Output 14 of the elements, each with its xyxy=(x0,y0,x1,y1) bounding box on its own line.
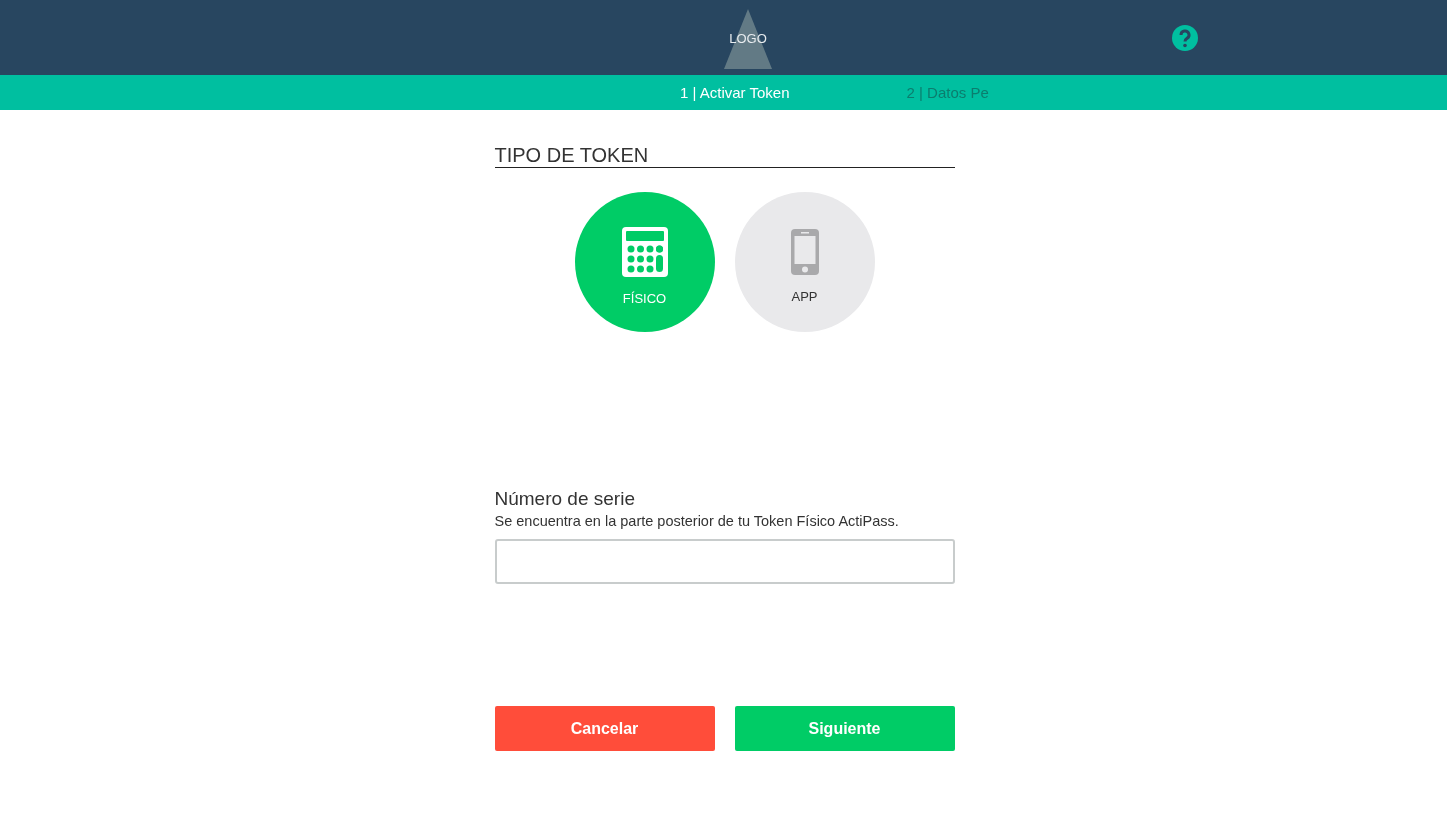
phone-icon xyxy=(790,228,819,275)
field-label: Número de serie xyxy=(494,488,636,510)
token-option[interactable]: FÍSICO xyxy=(574,192,715,332)
token-option[interactable]: APP xyxy=(734,192,875,332)
help-icon[interactable] xyxy=(1172,25,1198,51)
serial-input-field[interactable] xyxy=(494,539,955,584)
step-tab[interactable]: 2 | Datos Pe xyxy=(906,84,989,101)
step-tab[interactable]: 1 | Activar Token xyxy=(680,84,790,101)
logo: LOGO xyxy=(724,9,772,69)
cancel-button[interactable]: Cancelar xyxy=(494,706,715,751)
next-button[interactable]: Siguiente xyxy=(734,706,955,751)
field-hint: Se encuentra en la parte posterior de tu Token Físico ActiPass. xyxy=(494,513,900,529)
calculator-icon xyxy=(621,226,668,277)
section-title: TIPO DE TOKEN xyxy=(494,144,955,168)
